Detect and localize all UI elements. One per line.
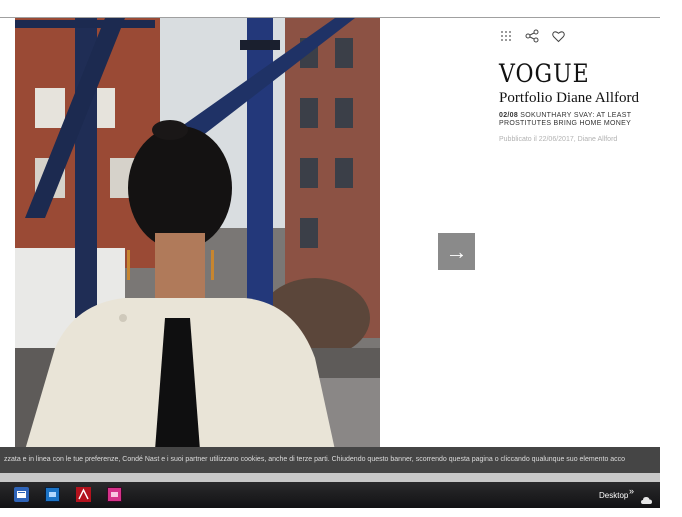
indesign-icon[interactable] xyxy=(107,487,122,502)
browser-bottom-band xyxy=(0,473,660,482)
published-info: Pubblicato il 22/06/2017, Diane Allford xyxy=(499,136,618,143)
heart-icon[interactable] xyxy=(550,28,566,44)
slide-info: 02/08 SOKUNTHARY SVAY: AT LEAST PROSTITU… xyxy=(499,112,659,128)
arrow-right-icon: → xyxy=(445,238,468,264)
grid-icon[interactable] xyxy=(498,28,514,44)
photoshop-icon[interactable] xyxy=(45,487,60,502)
cloud-icon[interactable] xyxy=(641,491,652,504)
outlook-icon[interactable] xyxy=(14,487,29,502)
article-toolbar xyxy=(498,28,566,44)
vogue-logo[interactable]: VOGUE xyxy=(499,60,590,89)
windows-taskbar: Desktop » xyxy=(0,482,660,508)
slide-caption: SOKUNTHARY SVAY: AT LEAST PROSTITUTES BR… xyxy=(499,112,632,127)
slide-counter: 02/08 xyxy=(499,112,519,119)
share-icon[interactable] xyxy=(524,28,540,44)
gallery-photo[interactable] xyxy=(15,18,380,450)
cookie-banner-text: zzata e in linea con le tue preferenze, … xyxy=(4,456,626,463)
acrobat-icon[interactable] xyxy=(76,487,91,502)
photo-illustration xyxy=(15,18,380,450)
next-slide-button[interactable]: → xyxy=(438,233,475,270)
cookie-banner[interactable]: zzata e in linea con le tue preferenze, … xyxy=(0,447,660,473)
desktop-toolbar-label[interactable]: Desktop xyxy=(599,491,628,500)
chevron-right-icon[interactable]: » xyxy=(629,486,634,496)
portfolio-title: Portfolio Diane Allford xyxy=(499,90,639,106)
